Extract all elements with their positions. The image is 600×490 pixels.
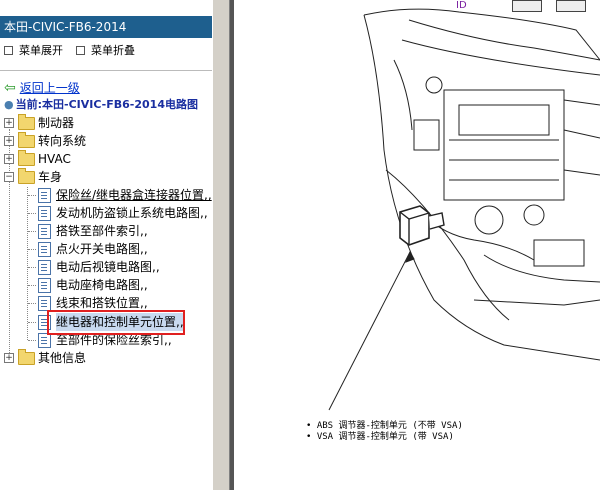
folder-icon <box>18 349 35 365</box>
document-icon <box>38 188 51 203</box>
folder-icon <box>18 132 35 148</box>
tree-item-label: 点火开关电路图,, <box>56 242 148 256</box>
diagram-caption: • ABS 调节器-控制单元 (不带 VSA) • VSA 调节器-控制单元 (… <box>306 421 463 443</box>
tree-folder-label: 车身 <box>38 170 63 184</box>
tree-item-label: 电动座椅电路图,, <box>56 278 148 292</box>
document-icon <box>38 242 51 257</box>
tree-line <box>28 303 36 304</box>
tree-folder-label: 其他信息 <box>38 351 87 365</box>
tree-line <box>28 267 36 268</box>
tree-folder-label: 转向系统 <box>38 134 87 148</box>
tree-item-label: 发动机防盗锁止系统电路图,, <box>56 206 208 220</box>
highlight-annotation-box <box>47 310 185 335</box>
window-title: 本田-CIVIC-FB6-2014 <box>0 16 212 38</box>
back-arrow-icon: ⇦ <box>4 80 16 96</box>
collapse-toggle-icon[interactable]: − <box>4 172 14 182</box>
navigation-pane: 本田-CIVIC-FB6-2014 菜单展开 菜单折叠 ⇦ 返回上一级 ● 当前:本… <box>0 0 212 490</box>
collapse-menu-button[interactable]: 菜单折叠 <box>76 42 135 60</box>
folder-icon <box>18 150 35 166</box>
back-link[interactable]: ⇦ 返回上一级 <box>4 80 80 96</box>
document-icon <box>38 333 51 348</box>
back-link-label: 返回上一级 <box>19 81 80 95</box>
current-location: ● 当前:本田-CIVIC-FB6-2014电路图 <box>4 97 198 113</box>
caption-line-abs: • ABS 调节器-控制单元 (不带 VSA) <box>306 421 463 431</box>
expand-toggle-icon[interactable]: + <box>4 136 14 146</box>
expand-toggle-icon[interactable]: + <box>4 353 14 363</box>
tree-line <box>28 213 36 214</box>
expand-toggle-icon[interactable]: + <box>4 118 14 128</box>
document-icon <box>38 206 51 221</box>
tree-item-label: 电动后视镜电路图,, <box>56 260 160 274</box>
tree-item-label: 保险丝/继电器盒连接器位置,, <box>56 188 212 202</box>
collapse-menu-label: 菜单折叠 <box>91 44 135 57</box>
location-icon: ● <box>4 98 14 111</box>
menu-toolbar: 菜单展开 菜单折叠 <box>0 42 212 60</box>
tree-line <box>28 285 36 286</box>
expand-menu-button[interactable]: 菜单展开 <box>4 42 63 60</box>
document-icon <box>38 260 51 275</box>
tree-line <box>28 231 36 232</box>
document-icon <box>38 224 51 239</box>
folder-open-icon <box>18 168 35 184</box>
collapse-icon <box>76 45 85 55</box>
document-icon <box>38 296 51 311</box>
toolbar-divider <box>0 70 212 71</box>
current-location-label: 当前:本田-CIVIC-FB6-2014电路图 <box>15 98 198 111</box>
tree-line <box>28 249 36 250</box>
pane-splitter[interactable] <box>212 0 230 490</box>
expand-icon <box>4 45 13 55</box>
diagram-viewer: ID • ABS 调节器-控制单元 (不带 VSA) • VSA 调节器-控制单… <box>234 0 600 490</box>
engine-bay-diagram <box>328 8 600 411</box>
tree-line <box>27 187 28 340</box>
tree-folder-label: 制动器 <box>38 116 75 130</box>
tree-line <box>28 322 36 323</box>
caption-line-vsa: • VSA 调节器-控制单元 (带 VSA) <box>306 432 454 442</box>
tree-line <box>28 340 36 341</box>
tree-item-label: 搭铁至部件索引,, <box>56 224 148 238</box>
tree-folder-label: HVAC <box>38 152 71 166</box>
document-icon <box>38 278 51 293</box>
tree-line <box>28 195 36 196</box>
folder-icon <box>18 114 35 130</box>
expand-toggle-icon[interactable]: + <box>4 154 14 164</box>
expand-menu-label: 菜单展开 <box>19 44 63 57</box>
